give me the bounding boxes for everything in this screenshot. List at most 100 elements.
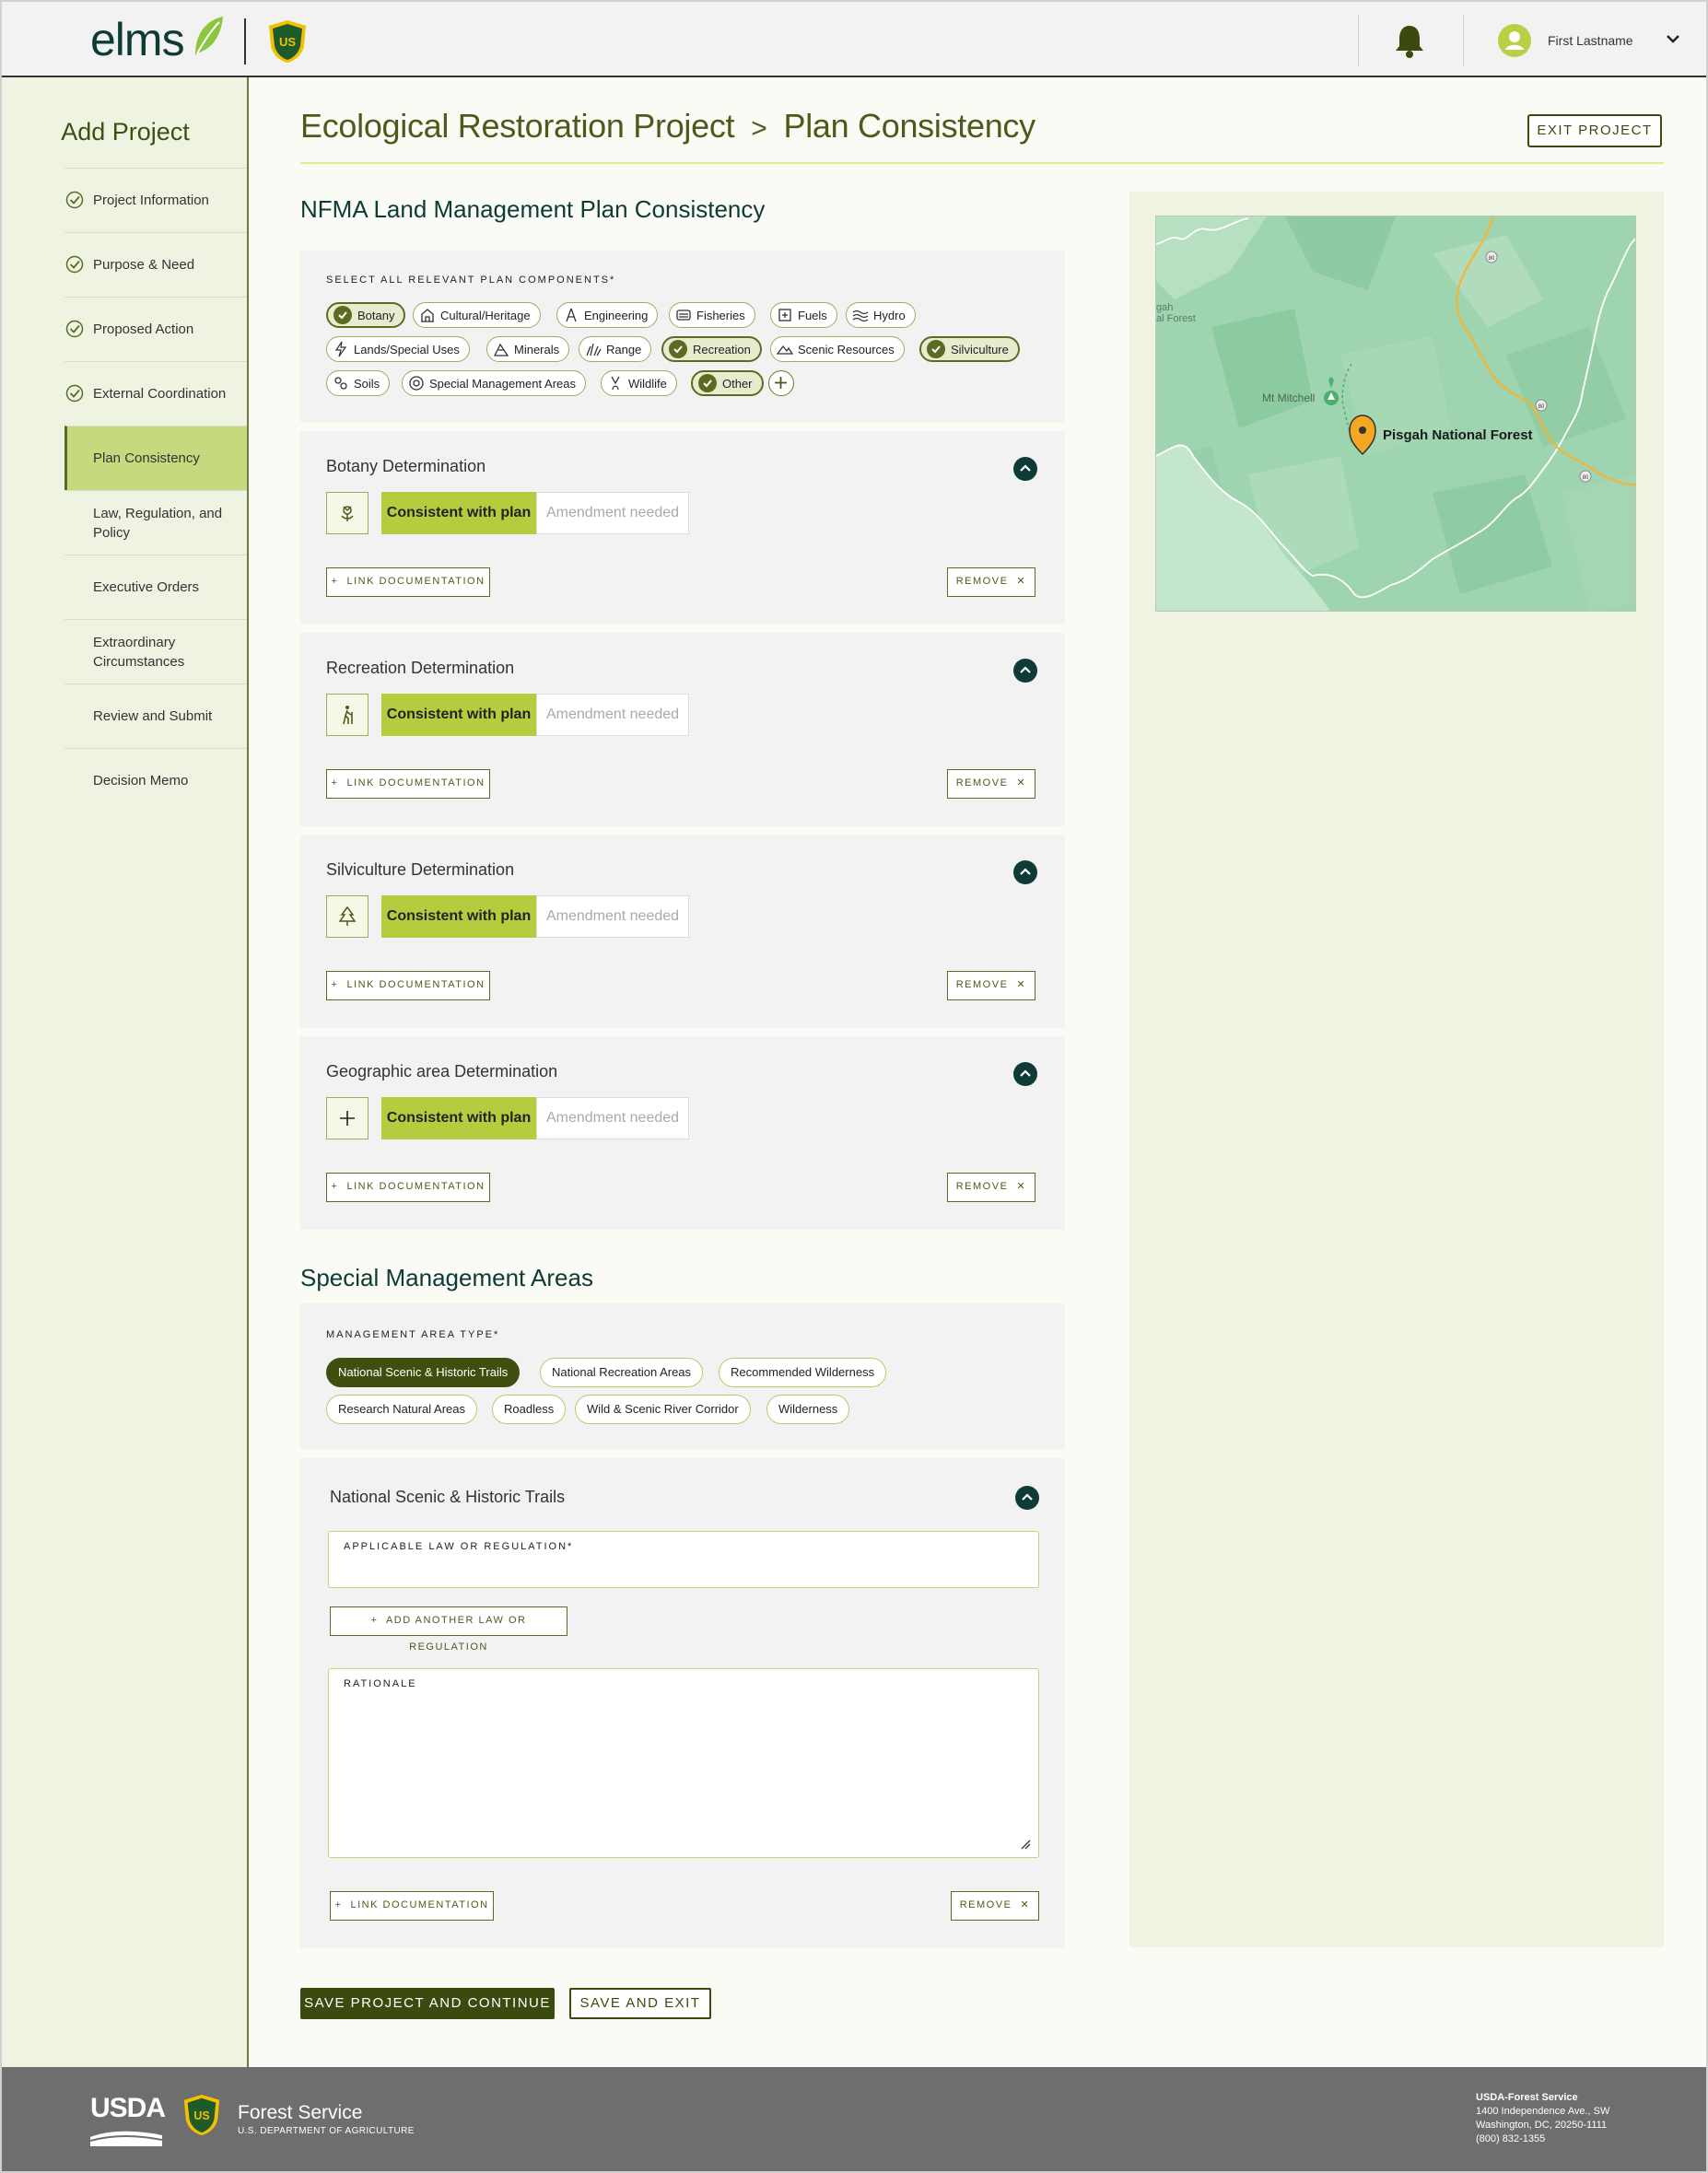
determination-title: Geographic area Determination bbox=[326, 1062, 558, 1081]
chip-recreation[interactable]: Recreation bbox=[661, 336, 762, 362]
sidebar-item-external-coordination[interactable]: External Coordination bbox=[64, 361, 247, 426]
link-documentation-button[interactable]: + LINK DOCUMENTATION bbox=[330, 1891, 494, 1921]
link-documentation-button[interactable]: + LINK DOCUMENTATION bbox=[326, 1173, 490, 1202]
chip-other[interactable]: Other bbox=[691, 370, 764, 396]
chip-botany[interactable]: Botany bbox=[326, 302, 406, 328]
sidebar-item-proposed-action[interactable]: Proposed Action bbox=[64, 297, 247, 361]
chip-label: Soils bbox=[354, 376, 380, 391]
area-chip-recommended-wilderness[interactable]: Recommended Wilderness bbox=[719, 1358, 887, 1387]
resize-handle-icon[interactable] bbox=[1020, 1839, 1031, 1850]
chip-fisheries[interactable]: Fisheries bbox=[669, 302, 755, 328]
usda-swoosh-icon bbox=[90, 2131, 162, 2146]
department-name: U.S. DEPARTMENT OF AGRICULTURE bbox=[238, 2126, 415, 2136]
notification-bell-icon[interactable] bbox=[1393, 22, 1426, 59]
sidebar-item-law-regulation-policy[interactable]: Law, Regulation, and Policy bbox=[64, 490, 247, 555]
user-name[interactable]: First Lastname bbox=[1548, 33, 1633, 48]
address-line: 1400 Independence Ave., SW bbox=[1476, 2106, 1610, 2117]
area-chip-national-recreation-areas[interactable]: National Recreation Areas bbox=[540, 1358, 704, 1387]
add-another-law-button[interactable]: + ADD ANOTHER LAW OR REGULATION bbox=[330, 1606, 567, 1653]
sidebar-item-review-submit[interactable]: Review and Submit bbox=[64, 683, 247, 748]
remove-button[interactable]: REMOVE ✕ bbox=[947, 567, 1035, 597]
chip-wildlife[interactable]: Wildlife bbox=[601, 370, 677, 396]
chip-silviculture[interactable]: Silviculture bbox=[919, 336, 1020, 362]
chip-minerals[interactable]: Minerals bbox=[486, 336, 570, 362]
sidebar-item-plan-consistency[interactable]: Plan Consistency bbox=[64, 426, 247, 490]
area-chip-wilderness[interactable]: Wilderness bbox=[766, 1395, 850, 1424]
agency-name: Forest Service bbox=[238, 2102, 363, 2123]
chip-label: Minerals bbox=[514, 342, 560, 356]
terrain-map[interactable]: 80 80 80 gah al Forest Mt Mitchell Pisga… bbox=[1156, 216, 1636, 612]
chip-range[interactable]: Range bbox=[579, 336, 652, 362]
consistent-with-plan-option[interactable]: Consistent with plan bbox=[381, 895, 536, 938]
chevron-up-icon bbox=[1020, 464, 1031, 472]
save-project-continue-button[interactable]: SAVE PROJECT AND CONTINUE bbox=[300, 1988, 555, 2019]
add-component-button[interactable] bbox=[768, 370, 794, 396]
area-chip-roadless[interactable]: Roadless bbox=[492, 1395, 567, 1424]
sidebar-item-extraordinary-circumstances[interactable]: Extraordinary Circumstances bbox=[64, 619, 247, 683]
chip-label: Lands/Special Uses bbox=[354, 342, 460, 356]
consistent-with-plan-option[interactable]: Consistent with plan bbox=[381, 694, 536, 736]
link-documentation-button[interactable]: + LINK DOCUMENTATION bbox=[326, 971, 490, 1000]
user-avatar-icon[interactable] bbox=[1498, 24, 1531, 57]
link-documentation-button[interactable]: + LINK DOCUMENTATION bbox=[326, 769, 490, 799]
nfma-section-title: NFMA Land Management Plan Consistency bbox=[300, 195, 766, 223]
consistent-with-plan-option[interactable]: Consistent with plan bbox=[381, 1097, 536, 1139]
remove-button[interactable]: REMOVE ✕ bbox=[947, 1173, 1035, 1202]
button-label: REMOVE bbox=[959, 1899, 1012, 1910]
amendment-needed-option[interactable]: Amendment needed bbox=[536, 492, 689, 534]
amendment-needed-option[interactable]: Amendment needed bbox=[536, 895, 689, 938]
collapse-button[interactable] bbox=[1015, 1486, 1039, 1510]
chip-label: Recreation bbox=[693, 342, 751, 356]
determination-icon-box bbox=[326, 895, 369, 938]
consistent-with-plan-option[interactable]: Consistent with plan bbox=[381, 492, 536, 534]
exit-project-button[interactable]: EXIT PROJECT bbox=[1527, 114, 1662, 147]
chip-engineering[interactable]: Engineering bbox=[556, 302, 659, 328]
determination-title: Recreation Determination bbox=[326, 659, 515, 677]
chip-soils[interactable]: Soils bbox=[326, 370, 391, 396]
chevron-down-icon[interactable] bbox=[1666, 33, 1680, 44]
usda-logo: USDA bbox=[90, 2093, 166, 2123]
collapse-button[interactable] bbox=[1013, 860, 1037, 884]
remove-button[interactable]: REMOVE ✕ bbox=[951, 1891, 1039, 1921]
flower-icon bbox=[341, 506, 354, 521]
sidebar-item-executive-orders[interactable]: Executive Orders bbox=[64, 555, 247, 619]
collapse-button[interactable] bbox=[1013, 1062, 1037, 1086]
sidebar-item-label: Law, Regulation, and Policy bbox=[93, 505, 223, 541]
area-chip-wild-scenic-river-corridor[interactable]: Wild & Scenic River Corridor bbox=[575, 1395, 751, 1424]
remove-button[interactable]: REMOVE ✕ bbox=[947, 971, 1035, 1000]
sidebar-item-decision-memo[interactable]: Decision Memo bbox=[64, 748, 247, 812]
chip-lands-special-uses[interactable]: Lands/Special Uses bbox=[326, 336, 470, 362]
management-area-type-panel: MANAGEMENT AREA TYPE* National Scenic & … bbox=[300, 1303, 1065, 1449]
save-and-exit-button[interactable]: SAVE AND EXIT bbox=[569, 1988, 711, 2019]
elms-logo[interactable]: elms bbox=[90, 17, 185, 63]
area-chip-research-natural-areas[interactable]: Research Natural Areas bbox=[326, 1395, 478, 1424]
chip-special-management-areas[interactable]: Special Management Areas bbox=[402, 370, 586, 396]
amendment-needed-option[interactable]: Amendment needed bbox=[536, 1097, 689, 1139]
area-chip-national-scenic-historic-trails[interactable]: National Scenic & Historic Trails bbox=[326, 1358, 521, 1387]
forest-service-shield-icon: US bbox=[269, 20, 306, 63]
applicable-law-label: APPLICABLE LAW OR REGULATION* bbox=[344, 1541, 574, 1552]
chevron-up-icon bbox=[1020, 666, 1031, 673]
title-rule bbox=[300, 162, 1664, 164]
forest-service-shield-icon: US bbox=[183, 2094, 220, 2136]
soil-icon bbox=[334, 377, 347, 390]
collapse-button[interactable] bbox=[1013, 457, 1037, 481]
map-view[interactable]: 80 80 80 gah al Forest Mt Mitchell Pisga… bbox=[1155, 216, 1636, 612]
sidebar-item-project-information[interactable]: Project Information bbox=[64, 168, 247, 232]
chip-hydro[interactable]: Hydro bbox=[846, 302, 916, 328]
link-documentation-button[interactable]: + LINK DOCUMENTATION bbox=[326, 567, 490, 597]
chip-cultural-heritage[interactable]: Cultural/Heritage bbox=[413, 302, 541, 328]
amendment-needed-option[interactable]: Amendment needed bbox=[536, 694, 689, 736]
check-circle-icon bbox=[65, 191, 84, 209]
rationale-textarea[interactable]: RATIONALE bbox=[328, 1668, 1039, 1858]
determination-card: Silviculture Determination Consistent wi… bbox=[300, 835, 1065, 1028]
sidebar-item-purpose-need[interactable]: Purpose & Need bbox=[64, 232, 247, 297]
phone-number[interactable]: (800) 832-1355 bbox=[1476, 2133, 1545, 2144]
mountain-icon bbox=[777, 345, 793, 355]
remove-button[interactable]: REMOVE ✕ bbox=[947, 769, 1035, 799]
breadcrumb-project[interactable]: Ecological Restoration Project bbox=[300, 107, 735, 145]
collapse-button[interactable] bbox=[1013, 659, 1037, 683]
chip-scenic-resources[interactable]: Scenic Resources bbox=[770, 336, 905, 362]
chip-fuels[interactable]: Fuels bbox=[770, 302, 837, 328]
applicable-law-input[interactable]: APPLICABLE LAW OR REGULATION* bbox=[328, 1531, 1039, 1588]
